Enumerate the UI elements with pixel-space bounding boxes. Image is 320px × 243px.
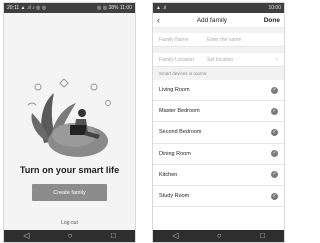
check-icon[interactable]: ✓ <box>271 86 278 94</box>
family-location-input[interactable]: Set location <box>207 57 276 63</box>
status-right: 10:00 <box>268 5 281 11</box>
done-button[interactable]: Done <box>264 17 280 24</box>
page-title: Add family <box>196 16 228 24</box>
back-chevron-icon[interactable]: ‹ <box>157 15 160 25</box>
chevron-right-icon: › <box>276 56 278 63</box>
check-icon[interactable]: ✓ <box>271 150 278 158</box>
family-name-field[interactable]: Family Name Enter the name <box>153 33 284 47</box>
check-icon[interactable]: ✓ <box>271 192 278 200</box>
section-label: Smart devices in rooms: <box>153 67 284 80</box>
phone-screen-add-family: ▲ .ıl 10:00 ‹ Add family Done Family Nam… <box>152 2 285 243</box>
recents-nav-icon[interactable]: □ <box>111 232 116 240</box>
list-item[interactable]: Master Bedroom ✓ <box>153 101 284 123</box>
back-nav-icon[interactable]: ◁ <box>23 232 29 240</box>
room-name: Living Room <box>159 87 190 94</box>
list-item[interactable]: Kitchen ✓ <box>153 164 284 186</box>
back-nav-icon[interactable]: ◁ <box>172 232 178 240</box>
status-left: ▲ .ıl <box>156 5 167 11</box>
android-nav-bar: ◁ ○ □ <box>153 230 284 242</box>
check-icon[interactable]: ✓ <box>271 107 278 115</box>
room-name: Dining Room <box>159 150 191 157</box>
room-name: Master Bedroom <box>159 108 200 115</box>
room-name: Second Bedroom <box>159 129 202 136</box>
field-label: Family Name <box>159 36 189 43</box>
room-name: Study Room <box>159 193 190 200</box>
check-icon[interactable]: ✓ <box>271 171 278 179</box>
check-icon[interactable]: ✓ <box>271 128 278 136</box>
field-label: Family Location <box>159 56 195 63</box>
status-left: 20:11 ▲ .ıl ♪ ◎ ◎ <box>7 5 47 11</box>
list-item[interactable]: Living Room ✓ <box>153 80 284 102</box>
smart-life-illustration <box>27 78 111 157</box>
header-bar: ‹ Add family Done <box>153 13 284 28</box>
home-content: Turn on your smart life Create family Lo… <box>4 13 135 230</box>
room-list: Living Room ✓ Master Bedroom ✓ Second Bedr… <box>153 80 284 208</box>
list-item[interactable]: Second Bedroom ✓ <box>153 122 284 144</box>
status-bar: ▲ .ıl 10:00 <box>153 3 284 13</box>
phone-screen-home: 20:11 ▲ .ıl ♪ ◎ ◎ ◎ ◎ 38% 11:00 Turn on … <box>3 2 136 243</box>
create-family-button[interactable]: Create family <box>32 184 107 201</box>
home-nav-icon[interactable]: ○ <box>217 232 222 240</box>
home-nav-icon[interactable]: ○ <box>68 232 73 240</box>
room-name: Kitchen <box>159 171 178 178</box>
status-right: ◎ ◎ 38% 11:00 <box>96 5 132 11</box>
status-bar: 20:11 ▲ .ıl ♪ ◎ ◎ ◎ ◎ 38% 11:00 <box>4 3 135 13</box>
list-item[interactable]: Study Room ✓ <box>153 185 284 208</box>
logout-link[interactable]: Log out <box>4 220 135 226</box>
page-title: Turn on your smart life <box>19 165 120 175</box>
recents-nav-icon[interactable]: □ <box>260 232 265 240</box>
android-nav-bar: ◁ ○ □ <box>4 230 135 242</box>
list-item[interactable]: Dining Room ✓ <box>153 143 284 165</box>
family-name-input[interactable]: Enter the name <box>207 37 278 43</box>
family-location-field[interactable]: Family Location Set location › <box>153 53 284 67</box>
